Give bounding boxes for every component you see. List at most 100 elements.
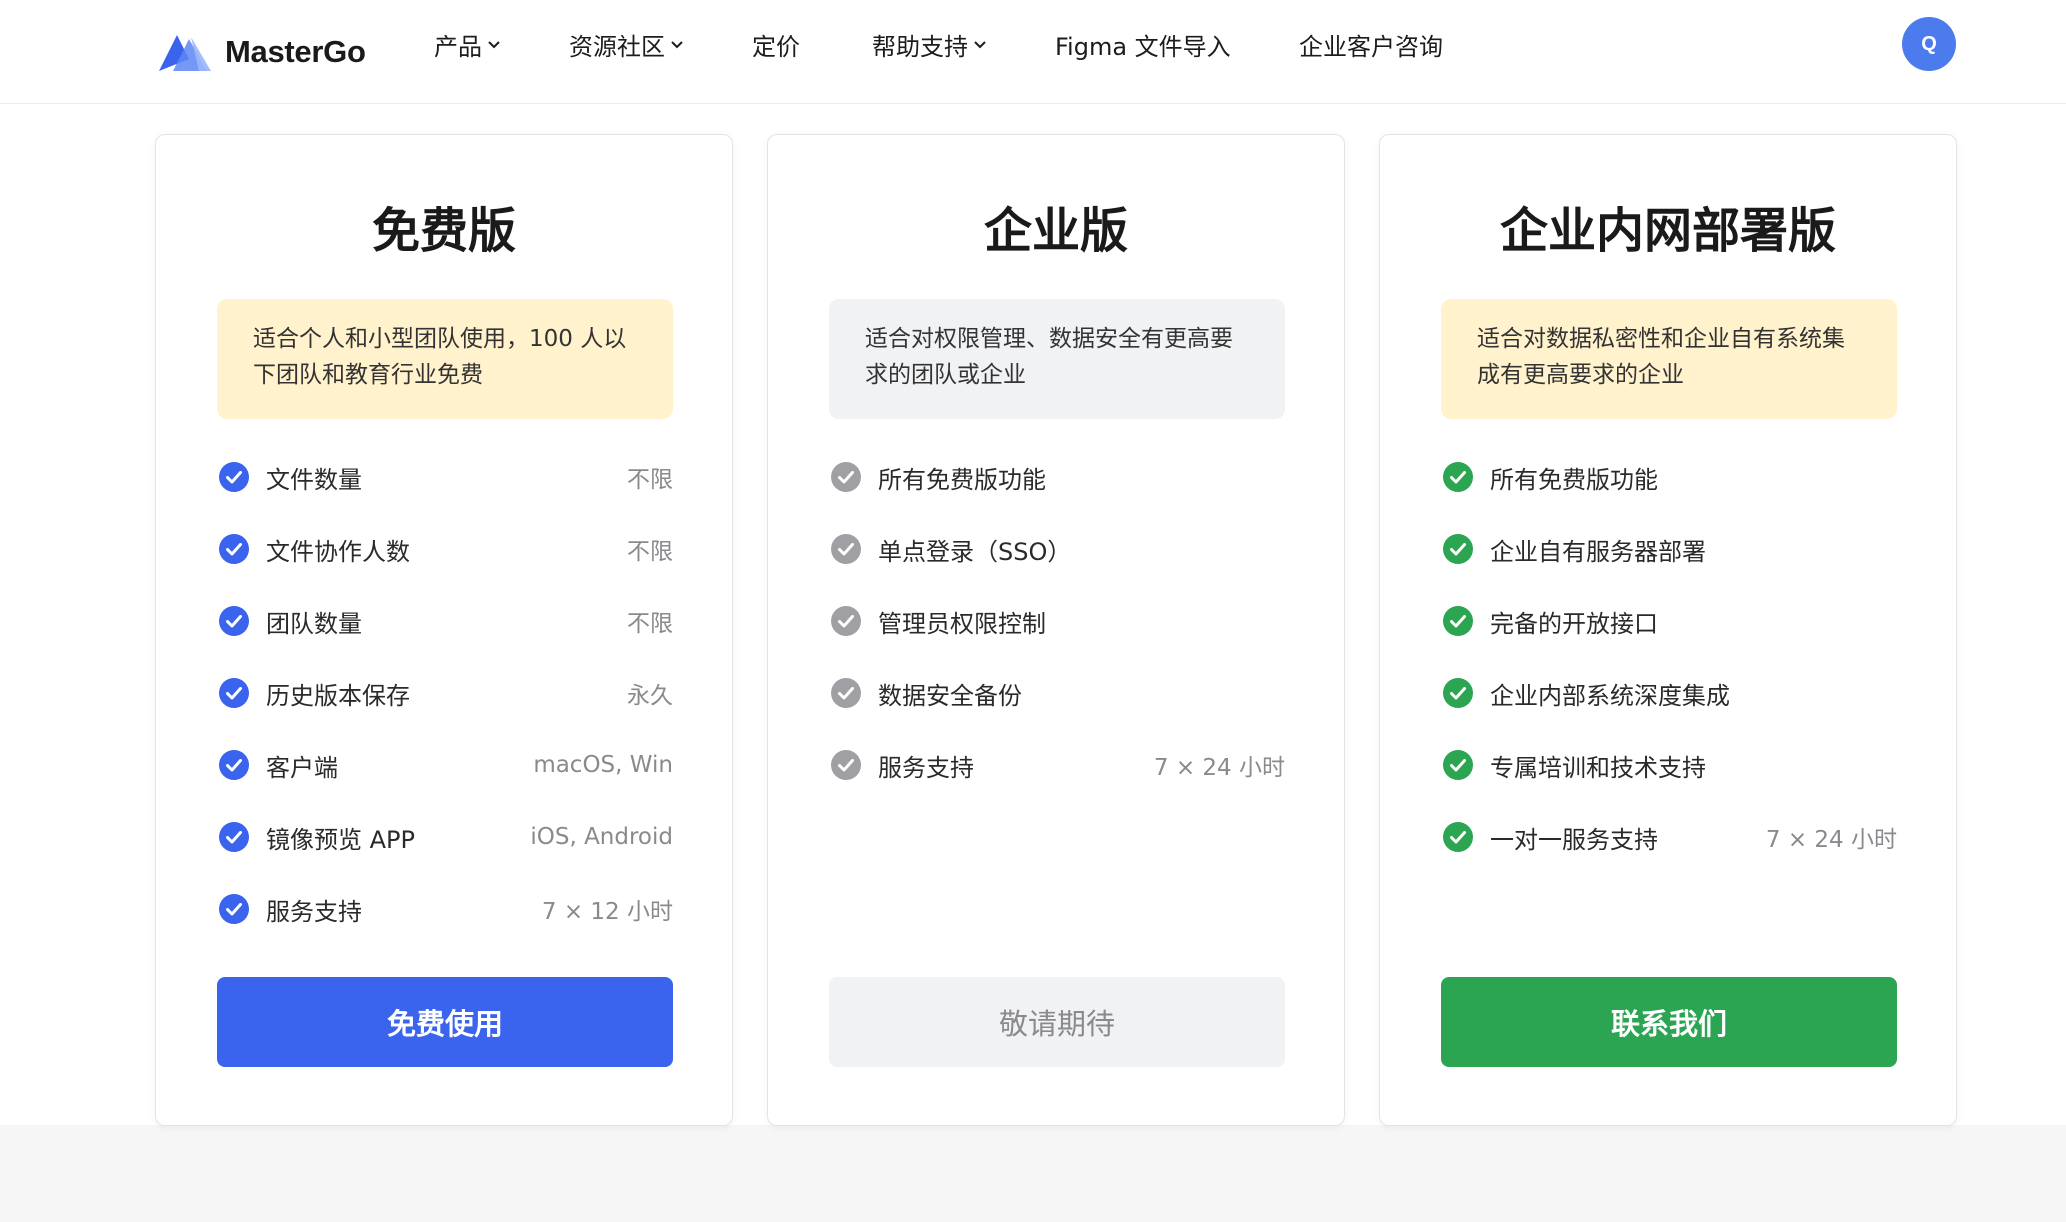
chevron-down-icon [671,41,683,49]
check-circle-icon [219,678,249,708]
feature-item: 客户端 macOS, Win [217,729,673,801]
feature-name: 所有免费版功能 [878,465,1046,494]
plan-title: 企业内网部署版 [1499,203,1836,259]
feature-name: 管理员权限控制 [878,609,1046,638]
check-circle-icon [219,894,249,924]
feature-item: 团队数量 不限 [217,585,673,657]
feature-item: 企业内部系统深度集成 [1441,657,1897,729]
brand-logo[interactable]: MasterGo [155,22,366,82]
feature-name: 服务支持 [878,753,974,782]
nav-item-products[interactable]: 产品 [434,0,500,88]
plan-description: 适合对数据私密性和企业自有系统集 成有更高要求的企业 [1441,299,1897,419]
plan-title: 免费版 [371,203,516,259]
feature-name: 镜像预览 APP [266,825,415,854]
feature-name: 单点登录（SSO） [878,537,1072,566]
plan-description-line: 求的团队或企业 [865,362,1026,388]
feature-item: 数据安全备份 [829,657,1285,729]
plan-title: 企业版 [983,203,1128,259]
check-circle-icon [219,750,249,780]
feature-value: iOS, Android [530,824,673,850]
feature-value: 7 × 24 小时 [1153,755,1285,781]
contact-us-button[interactable]: 联系我们 [1441,977,1897,1067]
check-circle-icon [1443,462,1473,492]
plan-description-line: 适合对权限管理、数据安全有更高要 [865,326,1233,352]
feature-item: 单点登录（SSO） [829,513,1285,585]
check-circle-icon [219,606,249,636]
check-circle-icon [831,750,861,780]
nav-item-label: 帮助支持 [872,32,968,61]
check-circle-icon [831,606,861,636]
check-circle-icon [1443,822,1473,852]
chevron-down-icon [974,41,986,49]
nav-item-community[interactable]: 资源社区 [569,0,683,88]
feature-name: 企业自有服务器部署 [1490,537,1706,566]
chevron-down-icon [488,41,500,49]
free-use-button[interactable]: 免费使用 [217,977,673,1067]
top-navigation-bar: MasterGo 产品 资源社区 定价 帮助支持 Figma 文件导入 企业客户… [0,0,2066,104]
check-circle-icon [219,822,249,852]
plan-description-line: 适合对数据私密性和企业自有系统集 [1477,326,1845,352]
feature-name: 完备的开放接口 [1490,609,1658,638]
nav-item-enterprise-consult[interactable]: 企业客户咨询 [1299,0,1443,88]
nav-item-label: 企业客户咨询 [1299,32,1443,61]
feature-name: 团队数量 [266,609,362,638]
feature-item: 历史版本保存 永久 [217,657,673,729]
feature-name: 历史版本保存 [266,681,410,710]
feature-list: 所有免费版功能 单点登录（SSO） 管理员权限控制 数据安全备份 服务支持 7 … [829,441,1285,801]
feature-value: macOS, Win [533,752,673,778]
nav-item-label: 产品 [434,32,482,61]
nav-item-pricing[interactable]: 定价 [752,0,800,88]
nav-item-label: 资源社区 [569,32,665,61]
feature-list: 文件数量 不限 文件协作人数 不限 团队数量 不限 历史版本保存 永久 客户端 … [217,441,673,945]
plan-description-line: 成有更高要求的企业 [1477,362,1684,388]
feature-name: 数据安全备份 [878,681,1022,710]
feature-item: 一对一服务支持 7 × 24 小时 [1441,801,1897,873]
feature-value: 永久 [627,683,673,709]
feature-name: 服务支持 [266,897,362,926]
feature-name: 文件协作人数 [266,537,410,566]
plan-card-on-premise: 企业内网部署版 适合对数据私密性和企业自有系统集 成有更高要求的企业 所有免费版… [1379,134,1957,1126]
feature-name: 所有免费版功能 [1490,465,1658,494]
feature-item: 文件数量 不限 [217,441,673,513]
feature-item: 所有免费版功能 [829,441,1285,513]
nav-item-label: Figma 文件导入 [1055,32,1231,61]
feature-name: 专属培训和技术支持 [1490,753,1706,782]
check-circle-icon [831,678,861,708]
feature-item: 镜像预览 APP iOS, Android [217,801,673,873]
feature-item: 服务支持 7 × 24 小时 [829,729,1285,801]
check-circle-icon [831,462,861,492]
feature-item: 企业自有服务器部署 [1441,513,1897,585]
check-circle-icon [1443,750,1473,780]
user-avatar[interactable]: Q [1902,17,1956,71]
nav-item-help[interactable]: 帮助支持 [872,0,986,88]
feature-name: 文件数量 [266,465,362,494]
mastergo-logo-icon [159,35,211,71]
check-circle-icon [831,534,861,564]
feature-item: 管理员权限控制 [829,585,1285,657]
plan-description-line: 下团队和教育行业免费 [253,362,483,388]
feature-value: 不限 [627,539,673,565]
nav-item-figma-import[interactable]: Figma 文件导入 [1055,0,1231,88]
plan-card-free: 免费版 适合个人和小型团队使用，100 人以 下团队和教育行业免费 文件数量 不… [155,134,733,1126]
nav-item-label: 定价 [752,32,800,61]
check-circle-icon [1443,606,1473,636]
coming-soon-button[interactable]: 敬请期待 [829,977,1285,1067]
check-circle-icon [1443,678,1473,708]
feature-value: 不限 [627,611,673,637]
feature-name: 企业内部系统深度集成 [1490,681,1730,710]
feature-name: 客户端 [266,753,338,782]
feature-item: 文件协作人数 不限 [217,513,673,585]
plan-description: 适合对权限管理、数据安全有更高要 求的团队或企业 [829,299,1285,419]
feature-value: 7 × 24 小时 [1765,827,1897,853]
feature-item: 完备的开放接口 [1441,585,1897,657]
feature-item: 所有免费版功能 [1441,441,1897,513]
feature-value: 7 × 12 小时 [541,899,673,925]
brand-name: MasterGo [225,34,366,69]
feature-item: 服务支持 7 × 12 小时 [217,873,673,945]
check-circle-icon [1443,534,1473,564]
feature-list: 所有免费版功能 企业自有服务器部署 完备的开放接口 企业内部系统深度集成 专属培… [1441,441,1897,873]
plan-description-line: 适合个人和小型团队使用，100 人以 [253,326,627,352]
plan-description: 适合个人和小型团队使用，100 人以 下团队和教育行业免费 [217,299,673,419]
feature-name: 一对一服务支持 [1490,825,1658,854]
check-circle-icon [219,462,249,492]
